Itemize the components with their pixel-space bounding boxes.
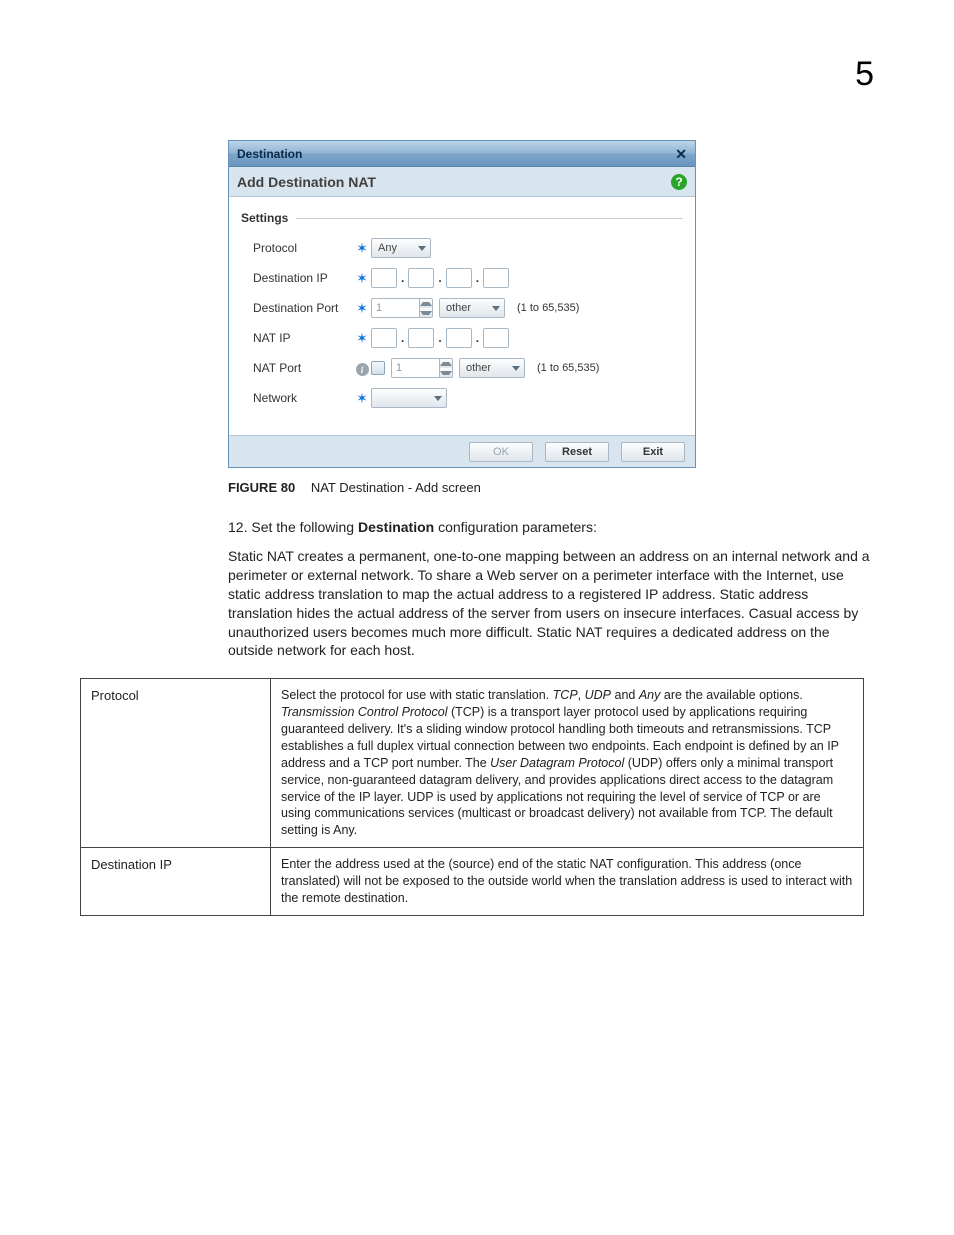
table-row: Destination IPEnter the address used at … <box>81 848 864 916</box>
label-protocol: Protocol <box>241 241 353 255</box>
label-nat-ip: NAT IP <box>241 331 353 345</box>
spinner-down-icon[interactable] <box>420 308 432 317</box>
network-dropdown[interactable]: . <box>371 388 447 408</box>
chevron-down-icon <box>512 366 520 371</box>
nat-port-input[interactable] <box>391 358 439 378</box>
page-number: 5 <box>855 55 874 94</box>
label-destination-port: Destination Port <box>241 301 353 315</box>
table-key: Destination IP <box>81 848 271 916</box>
protocol-value: Any <box>378 242 397 254</box>
row-protocol: Protocol ✶ Any <box>241 235 683 261</box>
nat-port-range: (1 to 65,535) <box>537 362 599 374</box>
required-icon: ✶ <box>356 300 368 316</box>
label-network: Network <box>241 391 353 405</box>
step-12: 12. Set the following Destination config… <box>228 519 874 535</box>
reset-button[interactable]: Reset <box>545 442 609 462</box>
destination-port-unit-dropdown[interactable]: other <box>439 298 505 318</box>
figure-label: FIGURE 80 <box>228 480 295 495</box>
chevron-down-icon <box>434 396 442 401</box>
label-nat-port: NAT Port <box>241 361 353 375</box>
destination-port-input[interactable] <box>371 298 419 318</box>
figure-caption: FIGURE 80 NAT Destination - Add screen <box>228 480 874 495</box>
required-icon: ✶ <box>356 270 368 286</box>
dialog-body: Settings Protocol ✶ Any Destination IP ✶ <box>229 197 695 435</box>
nat-port-unit: other <box>466 362 491 374</box>
settings-header: Settings <box>241 211 683 225</box>
spinner-up-icon[interactable] <box>420 299 432 308</box>
row-network: Network ✶ . <box>241 385 683 411</box>
figure-text: NAT Destination - Add screen <box>311 480 481 495</box>
table-key: Protocol <box>81 679 271 848</box>
required-icon: ✶ <box>356 390 368 406</box>
nat-ip-input[interactable]: . . . <box>371 328 509 348</box>
dialog-titlebar: Destination ✕ <box>229 141 695 167</box>
info-icon: i <box>356 363 369 376</box>
nat-port-checkbox[interactable] <box>371 361 385 375</box>
exit-button[interactable]: Exit <box>621 442 685 462</box>
dialog-subtitle-bar: Add Destination NAT ? <box>229 167 695 197</box>
description-table: ProtocolSelect the protocol for use with… <box>80 678 864 916</box>
required-icon: ✶ <box>356 240 368 256</box>
chevron-down-icon <box>492 306 500 311</box>
settings-label: Settings <box>241 211 288 225</box>
help-icon[interactable]: ? <box>671 174 687 190</box>
destination-port-range: (1 to 65,535) <box>517 302 579 314</box>
chevron-down-icon <box>418 246 426 251</box>
dialog-subtitle-text: Add Destination NAT <box>237 167 376 197</box>
row-nat-ip: NAT IP ✶ . . . <box>241 325 683 351</box>
destination-ip-input[interactable]: . . . <box>371 268 509 288</box>
spinner-down-icon[interactable] <box>440 368 452 377</box>
label-destination-ip: Destination IP <box>241 271 353 285</box>
required-icon: ✶ <box>356 330 368 346</box>
dialog-title-text: Destination <box>237 141 302 167</box>
table-value: Select the protocol for use with static … <box>271 679 864 848</box>
destination-port-spinner[interactable] <box>371 298 433 318</box>
row-nat-port: NAT Port i other (1 to 6 <box>241 355 683 381</box>
close-icon[interactable]: ✕ <box>675 141 687 167</box>
dialog-footer: OK Reset Exit <box>229 435 695 467</box>
row-destination-ip: Destination IP ✶ . . . <box>241 265 683 291</box>
destination-dialog: Destination ✕ Add Destination NAT ? Sett… <box>228 140 696 468</box>
spinner-up-icon[interactable] <box>440 359 452 368</box>
nat-port-unit-dropdown[interactable]: other <box>459 358 525 378</box>
table-value: Enter the address used at the (source) e… <box>271 848 864 916</box>
destination-port-unit: other <box>446 302 471 314</box>
row-destination-port: Destination Port ✶ other (1 to 65,5 <box>241 295 683 321</box>
nat-port-spinner[interactable] <box>391 358 453 378</box>
table-row: ProtocolSelect the protocol for use with… <box>81 679 864 848</box>
ok-button[interactable]: OK <box>469 442 533 462</box>
protocol-dropdown[interactable]: Any <box>371 238 431 258</box>
static-nat-paragraph: Static NAT creates a permanent, one-to-o… <box>228 547 874 660</box>
